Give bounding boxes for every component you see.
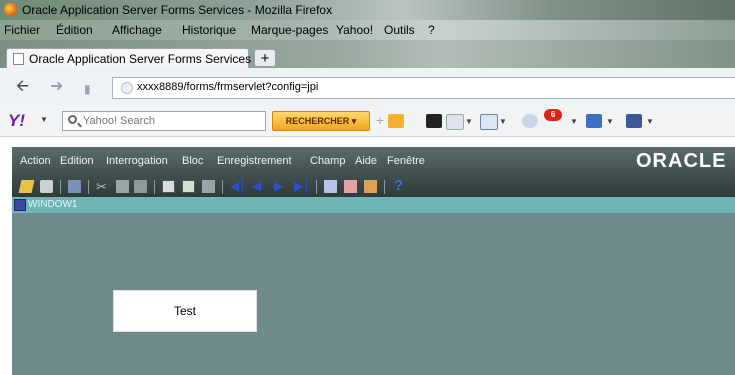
menu-fichier[interactable]: Fichier (4, 23, 40, 37)
yahoo-search-field[interactable] (62, 111, 266, 131)
toolbar-separator (154, 180, 155, 194)
menu-edition[interactable]: Édition (56, 23, 93, 37)
pencil-icon[interactable] (586, 114, 602, 128)
window-title-bar: WINDOW1 (12, 197, 735, 213)
delete-record-icon[interactable] (344, 180, 357, 193)
yahoo-toolbar: Y! ▼ RECHERCHER ▾ + ▼ ▼ 6 ▼ ▼ ▼ (0, 106, 735, 137)
forms-menu-interrogation[interactable]: Interrogation (106, 155, 168, 167)
rechercher-button[interactable]: RECHERCHER ▾ (272, 111, 370, 131)
tab-forms-services[interactable]: Oracle Application Server Forms Services (6, 48, 252, 68)
forms-applet: Action Edition Interrogation Bloc Enregi… (0, 137, 735, 375)
save-icon[interactable] (18, 180, 35, 193)
chevron-down-icon[interactable]: ▼ (646, 117, 654, 126)
next-record-icon[interactable]: ▶ (274, 180, 287, 193)
cancel-query-icon (202, 180, 215, 193)
url-bar[interactable]: xxxx8889/forms/frmservlet?config=jpi (112, 77, 735, 99)
notification-badge: 6 (544, 109, 562, 121)
globe-icon (121, 82, 133, 94)
forms-toolbar: ✂ ◀│ ◀ ▶ ▶│ ? (12, 177, 735, 197)
forms-window: WINDOW1 Test (12, 197, 735, 375)
page-icon (13, 53, 24, 65)
amazon-icon[interactable] (426, 114, 442, 128)
forms-menu-edition[interactable]: Edition (60, 155, 94, 167)
url-text[interactable]: xxxx8889/forms/frmservlet?config=jpi (137, 81, 318, 93)
oracle-logo: ORACLE (636, 150, 727, 172)
facebook-icon[interactable] (626, 114, 642, 128)
previous-block-icon[interactable]: ◀│ (230, 180, 247, 193)
insert-record-icon[interactable] (324, 180, 337, 193)
menu-yahoo[interactable]: Yahoo! (336, 23, 373, 37)
toolbar-separator (88, 180, 89, 194)
menu-help[interactable]: ? (428, 23, 435, 37)
toolbar-separator (384, 180, 385, 194)
ebay-icon[interactable] (388, 114, 404, 128)
tab-strip: Oracle Application Server Forms Services… (0, 40, 735, 68)
window-title: WINDOW1 (28, 199, 78, 210)
previous-record-icon[interactable]: ◀ (252, 180, 265, 193)
forward-arrow-icon[interactable]: ➜ (50, 78, 63, 96)
chevron-down-icon[interactable]: ▼ (40, 115, 48, 124)
forms-menu-action[interactable]: Action (20, 155, 51, 167)
menu-outils[interactable]: Outils (384, 23, 415, 37)
search-icon (68, 115, 77, 124)
signal-icon: ▮ (84, 82, 91, 96)
navigation-bar: 🡨 ➜ ▮ xxxx8889/forms/frmservlet?config=j… (0, 68, 735, 107)
exit-icon[interactable] (68, 180, 81, 193)
paste-icon (134, 180, 147, 193)
menu-marque-pages[interactable]: Marque-pages (251, 23, 328, 37)
enter-query-icon[interactable] (162, 180, 175, 193)
forms-menu-bar: Action Edition Interrogation Bloc Enregi… (12, 147, 735, 177)
forms-menu-bloc[interactable]: Bloc (182, 155, 203, 167)
separator-icon: + (376, 112, 385, 128)
forms-menu-aide[interactable]: Aide (355, 155, 377, 167)
chevron-down-icon[interactable]: ▼ (499, 117, 507, 126)
window-icon (14, 199, 26, 211)
forms-menu-enregistrement[interactable]: Enregistrement (217, 155, 292, 167)
clipboard-icon[interactable] (446, 114, 464, 130)
yahoo-logo[interactable]: Y! (8, 111, 25, 131)
mail-icon[interactable] (480, 114, 498, 130)
firefox-icon (4, 3, 17, 16)
window-title: Oracle Application Server Forms Services… (22, 3, 333, 17)
next-block-icon[interactable]: ▶│ (294, 180, 311, 193)
back-arrow-icon[interactable]: 🡨 (16, 78, 29, 96)
copy-icon (116, 180, 129, 193)
tab-label: Oracle Application Server Forms Services (29, 52, 252, 66)
toolbar-separator (60, 180, 61, 194)
help-icon[interactable]: ? (394, 177, 403, 194)
lock-record-icon[interactable] (364, 180, 377, 193)
forms-menu-fenetre[interactable]: Fenêtre (387, 155, 425, 167)
menu-historique[interactable]: Historique (182, 23, 236, 37)
print-icon[interactable] (40, 180, 53, 193)
chevron-down-icon[interactable]: ▼ (570, 117, 578, 126)
toolbar-separator (316, 180, 317, 194)
browser-menu-bar: Fichier Édition Affichage Historique Mar… (0, 20, 735, 40)
toolbar-separator (222, 180, 223, 194)
new-tab-button[interactable]: + (254, 49, 276, 67)
chevron-down-icon[interactable]: ▼ (606, 117, 614, 126)
browser-title-bar: Oracle Application Server Forms Services… (0, 0, 735, 20)
yahoo-search-input[interactable] (83, 113, 261, 129)
rechercher-label: RECHERCHER (285, 116, 350, 126)
test-button[interactable]: Test (113, 290, 257, 332)
weather-icon[interactable] (522, 114, 538, 128)
menu-affichage[interactable]: Affichage (112, 23, 162, 37)
chevron-down-icon[interactable]: ▼ (465, 117, 473, 126)
forms-menu-champ[interactable]: Champ (310, 155, 345, 167)
execute-query-icon[interactable] (182, 180, 195, 193)
cut-icon: ✂ (96, 179, 107, 194)
